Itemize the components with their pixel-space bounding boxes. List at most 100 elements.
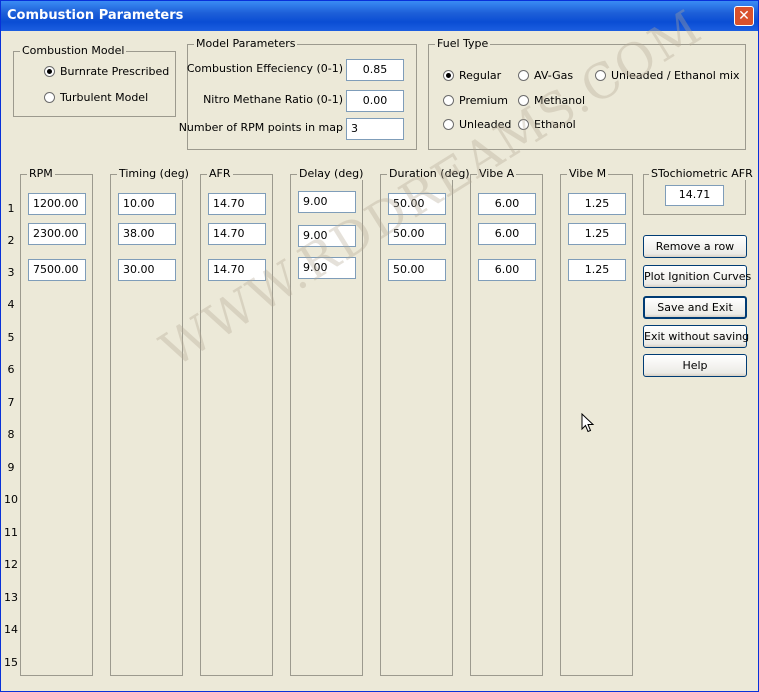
input-value: 6.00 [494,227,520,240]
save-and-exit-button[interactable]: Save and Exit [643,296,747,319]
remove-row-button[interactable]: Remove a row [643,235,747,258]
delay-input-3[interactable]: 9.00 [298,257,356,279]
input-value: 50.00 [393,227,425,240]
radio-indicator-checked[interactable] [443,70,454,81]
radio-label: Methanol [534,94,586,107]
input-value: 30.00 [123,263,155,276]
delay-input-2[interactable]: 9.00 [298,225,356,247]
radio-indicator[interactable] [518,119,529,130]
timing-input-3[interactable]: 30.00 [118,259,176,281]
vibe-m-column: Vibe M 1.25 1.25 1.25 [560,167,633,676]
vibe-m-input-1[interactable]: 1.25 [568,193,626,215]
close-button[interactable]: ✕ [734,6,754,26]
duration-input-1[interactable]: 50.00 [388,193,446,215]
radio-indicator[interactable] [443,95,454,106]
timing-input-1[interactable]: 10.00 [118,193,176,215]
duration-input-2[interactable]: 50.00 [388,223,446,245]
row-number: 9 [7,461,15,474]
input-value: 9.00 [303,195,328,208]
title-bar[interactable]: Combustion Parameters ✕ [1,1,758,31]
input-value: 3 [351,122,358,135]
radio-indicator[interactable] [44,92,55,103]
nitro-methane-ratio-label: Nitro Methane Ratio (0-1) [203,93,343,106]
help-button[interactable]: Help [643,354,747,377]
input-value: 9.00 [303,261,328,274]
vibe-a-column: Vibe A 6.00 6.00 6.00 [470,167,543,676]
timing-column: Timing (deg) 10.00 38.00 30.00 [110,167,191,676]
row-number: 14 [4,623,18,636]
close-icon: ✕ [738,8,750,24]
input-value: 10.00 [123,197,155,210]
radio-regular[interactable]: Regular [443,69,501,82]
radio-label: Unleaded [459,118,512,131]
row-number: 11 [4,526,18,539]
radio-indicator[interactable] [518,70,529,81]
radio-indicator-checked[interactable] [44,66,55,77]
vibe-a-input-1[interactable]: 6.00 [478,193,536,215]
fuel-type-legend: Fuel Type [435,37,491,50]
delay-input-1[interactable]: 9.00 [298,191,356,213]
plot-ignition-curves-button[interactable]: Plot Ignition Curves [643,265,751,288]
input-value: 1.25 [584,263,610,276]
input-value: 6.00 [494,197,520,210]
input-value: 38.00 [123,227,155,240]
input-value: 2300.00 [33,227,79,240]
row-number: 2 [7,234,15,247]
fuel-type-group: Fuel Type Regular AV-Gas Unleaded / Etha… [428,37,746,150]
input-value: 6.00 [494,263,520,276]
rpm-input-2[interactable]: 2300.00 [28,223,86,245]
model-parameters-legend: Model Parameters [194,37,298,50]
combustion-efficiency-input[interactable]: 0.85 [346,59,404,81]
input-value: 50.00 [393,263,425,276]
vibe-m-input-2[interactable]: 1.25 [568,223,626,245]
stoichiometric-afr-input[interactable]: 14.71 [665,185,724,206]
afr-input-2[interactable]: 14.70 [208,223,266,245]
radio-turbulent-model[interactable]: Turbulent Model [44,91,148,104]
row-number: 10 [4,493,18,506]
nitro-methane-ratio-input[interactable]: 0.00 [346,90,404,112]
timing-input-2[interactable]: 38.00 [118,223,176,245]
vibe-m-input-3[interactable]: 1.25 [568,259,626,281]
rpm-input-1[interactable]: 1200.00 [28,193,86,215]
duration-column: Duration (deg) 50.00 50.00 50.00 [380,167,472,676]
rpm-points-input[interactable]: 3 [346,118,404,140]
radio-label: Unleaded / Ethanol mix [611,69,740,82]
vibe-a-input-2[interactable]: 6.00 [478,223,536,245]
radio-premium[interactable]: Premium [443,94,508,107]
radio-indicator[interactable] [443,119,454,130]
vibe-a-input-3[interactable]: 6.00 [478,259,536,281]
model-parameters-group: Model Parameters Combustion Effeciency (… [179,37,417,150]
radio-indicator[interactable] [595,70,606,81]
column-header: Timing (deg) [117,167,191,180]
combustion-model-group: Combustion Model Burnrate Prescribed Tur… [13,44,176,117]
column-header: Delay (deg) [297,167,366,180]
column-header: AFR [207,167,233,180]
radio-label: Ethanol [534,118,576,131]
radio-av-gas[interactable]: AV-Gas [518,69,573,82]
radio-unleaded[interactable]: Unleaded [443,118,511,131]
rpm-input-3[interactable]: 7500.00 [28,259,86,281]
exit-without-saving-button[interactable]: Exit without saving [643,325,749,348]
row-number: 13 [4,591,18,604]
row-number: 4 [7,298,15,311]
row-number: 3 [7,266,15,279]
radio-indicator[interactable] [518,95,529,106]
input-value: 14.71 [678,188,711,201]
radio-burnrate-prescribed[interactable]: Burnrate Prescribed [44,65,169,78]
duration-input-3[interactable]: 50.00 [388,259,446,281]
stoichiometric-afr-group: STochiometric AFR 14.71 [643,167,755,215]
radio-ethanol[interactable]: Ethanol [518,118,576,131]
input-value: 14.70 [213,197,245,210]
input-value: 1.25 [584,197,610,210]
radio-unleaded-ethanol-mix[interactable]: Unleaded / Ethanol mix [595,69,740,82]
column-header: Vibe A [477,167,517,180]
radio-methanol[interactable]: Methanol [518,94,585,107]
column-header: Duration (deg) [387,167,472,180]
radio-label: Burnrate Prescribed [60,65,170,78]
row-number: 1 [7,202,15,215]
combustion-parameters-window: Combustion Parameters ✕ Combustion Model… [0,0,759,692]
afr-input-3[interactable]: 14.70 [208,259,266,281]
column-header: Vibe M [567,167,609,180]
afr-input-1[interactable]: 14.70 [208,193,266,215]
row-number: 12 [4,558,18,571]
